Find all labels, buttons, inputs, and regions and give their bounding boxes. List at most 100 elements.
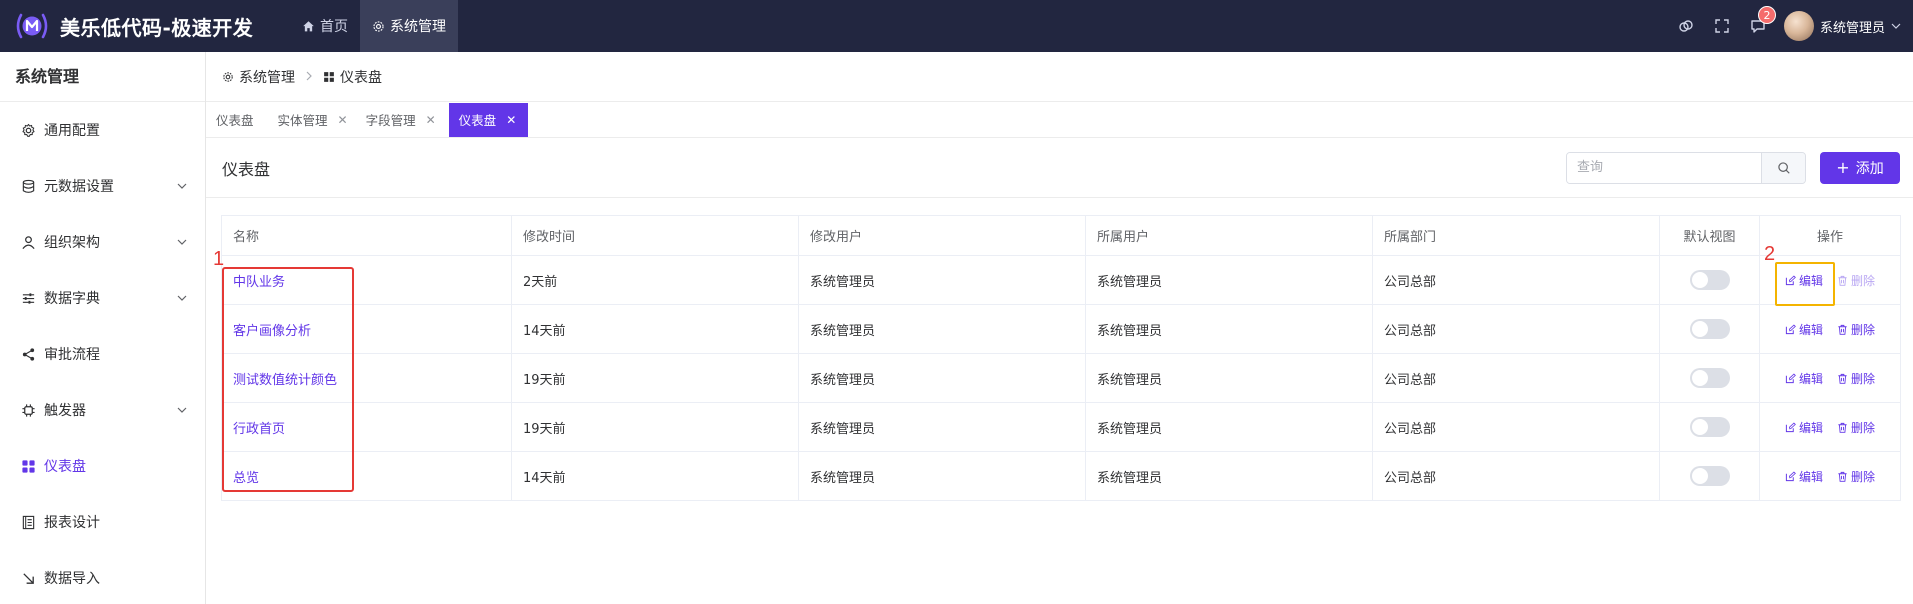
fullscreen-icon[interactable]	[1704, 0, 1740, 52]
close-icon[interactable]: ✕	[426, 113, 436, 127]
column-header[interactable]: 名称	[221, 215, 512, 256]
dashboard-name-link[interactable]: 中队业务	[233, 275, 285, 290]
grid-icon	[20, 458, 36, 474]
default-view-toggle[interactable]	[1689, 319, 1730, 339]
table-row: 总览 14天前 系统管理员 系统管理员 公司总部 编辑 删除	[221, 451, 1901, 501]
delete-button[interactable]: 删除	[1837, 419, 1875, 436]
annotation-label-2: 2	[1764, 243, 1776, 265]
search-icon	[1777, 161, 1790, 174]
column-header[interactable]: 所属部门	[1372, 215, 1660, 256]
user-icon	[20, 234, 36, 250]
user-menu[interactable]: 系统管理员	[1776, 11, 1913, 41]
column-header: 操作	[1759, 215, 1901, 256]
sidebar-item-approval[interactable]: 审批流程	[0, 326, 205, 382]
edit-icon	[1785, 274, 1796, 285]
edit-button[interactable]: 编辑	[1785, 468, 1823, 485]
close-icon[interactable]: ✕	[506, 113, 516, 127]
trash-icon	[1838, 275, 1847, 286]
edit-button[interactable]: 编辑	[1785, 419, 1823, 436]
tab-dashboard[interactable]: 仪表盘	[211, 103, 273, 137]
edit-label: 编辑	[1798, 322, 1823, 337]
delete-label: 删除	[1851, 322, 1876, 337]
cell-name: 总览	[221, 451, 512, 501]
cell-actions: 编辑 删除	[1759, 402, 1901, 452]
top-bar: 美乐低代码-极速开发 首页 系统管理 2 系统管理员	[0, 0, 1913, 52]
breadcrumb-label: 系统管理	[239, 69, 295, 86]
cell-modified-user: 系统管理员	[798, 451, 1086, 501]
column-header[interactable]: 修改用户	[798, 215, 1086, 256]
sidebar-item-trigger[interactable]: 触发器	[0, 382, 205, 438]
cell-default-view	[1659, 255, 1760, 305]
cell-modified-user: 系统管理员	[798, 353, 1086, 403]
sidebar-title: 系统管理	[0, 52, 205, 102]
sidebar-item-label: 元数据设置	[44, 179, 114, 195]
cell-modified-user: 系统管理员	[798, 304, 1086, 354]
sidebar-item-label: 数据字典	[44, 291, 100, 307]
sidebar-item-general-config[interactable]: 通用配置	[0, 102, 205, 158]
sidebar-item-label: 触发器	[44, 403, 86, 419]
tab-label: 字段管理	[365, 113, 416, 128]
cell-actions: 编辑 删除	[1759, 304, 1901, 354]
dashboard-name-link[interactable]: 客户画像分析	[233, 324, 311, 339]
cell-actions: 编辑 删除	[1759, 451, 1901, 501]
table-row: 客户画像分析 14天前 系统管理员 系统管理员 公司总部 编辑 删除	[221, 304, 1901, 354]
chevron-down-icon	[177, 239, 187, 245]
sidebar-item-metadata[interactable]: 元数据设置	[0, 158, 205, 214]
column-header[interactable]: 修改时间	[511, 215, 799, 256]
topnav-system[interactable]: 系统管理	[360, 0, 458, 52]
delete-button[interactable]: 删除	[1837, 321, 1875, 338]
dashboard-table: 名称 修改时间 修改用户 所属用户 所属部门 默认视图 操作 中队业务 2天前 系统…	[221, 215, 1901, 501]
tab-dashboard-active[interactable]: 仪表盘 ✕	[448, 102, 529, 137]
delete-button[interactable]: 删除	[1837, 370, 1875, 387]
sidebar: 系统管理 通用配置 元数据设置 组织架构 数据字典 审批流程 触发器 仪表盘 报…	[0, 52, 206, 604]
logo-icon	[14, 11, 50, 41]
topnav-system-label: 系统管理	[390, 19, 446, 35]
cell-department: 公司总部	[1372, 451, 1660, 501]
sidebar-item-org[interactable]: 组织架构	[0, 214, 205, 270]
edit-icon	[1785, 372, 1796, 383]
top-nav: 首页 系统管理	[290, 0, 458, 52]
tab-field-management[interactable]: 字段管理 ✕	[361, 103, 449, 137]
topnav-home[interactable]: 首页	[290, 0, 360, 52]
search-input[interactable]	[1567, 152, 1761, 183]
column-header[interactable]: 默认视图	[1659, 215, 1760, 256]
cell-owner: 系统管理员	[1085, 304, 1373, 354]
sidebar-item-import[interactable]: 数据导入	[0, 550, 205, 604]
tabs-bar: 仪表盘 实体管理 ✕ 字段管理 ✕ 仪表盘 ✕	[206, 102, 1913, 138]
delete-button[interactable]: 删除	[1837, 468, 1875, 485]
cell-modified-user: 系统管理员	[798, 402, 1086, 452]
cell-name: 行政首页	[221, 402, 512, 452]
breadcrumb-item[interactable]: 系统管理	[222, 67, 295, 87]
default-view-toggle[interactable]	[1689, 270, 1730, 290]
edit-button[interactable]: 编辑	[1785, 370, 1823, 387]
link-icon[interactable]	[1668, 0, 1704, 52]
dashboard-name-link[interactable]: 测试数值统计颜色	[233, 373, 337, 388]
default-view-toggle[interactable]	[1689, 368, 1730, 388]
dashboard-name-link[interactable]: 行政首页	[233, 422, 285, 437]
default-view-toggle[interactable]	[1689, 417, 1730, 437]
dashboard-name-link[interactable]: 总览	[233, 471, 259, 486]
app-title: 美乐低代码-极速开发	[60, 15, 254, 40]
delete-button[interactable]: 删除	[1837, 272, 1875, 289]
topnav-home-label: 首页	[320, 19, 348, 35]
sidebar-item-report[interactable]: 报表设计	[0, 494, 205, 550]
close-icon[interactable]: ✕	[338, 113, 348, 127]
tab-entity-management[interactable]: 实体管理 ✕	[273, 103, 361, 137]
notification-badge: 2	[1757, 6, 1776, 24]
edit-button[interactable]: 编辑	[1785, 272, 1823, 289]
edit-label: 编辑	[1798, 469, 1823, 484]
add-button[interactable]: + 添加	[1820, 151, 1900, 184]
cell-department: 公司总部	[1372, 353, 1660, 403]
default-view-toggle[interactable]	[1689, 466, 1730, 486]
message-icon[interactable]: 2	[1740, 0, 1776, 52]
column-header[interactable]: 所属用户	[1085, 215, 1373, 256]
cell-actions: 编辑 删除	[1759, 353, 1901, 403]
search-button[interactable]	[1761, 152, 1805, 183]
cell-default-view	[1659, 451, 1760, 501]
page-title: 仪表盘	[222, 159, 271, 179]
sidebar-item-dictionary[interactable]: 数据字典	[0, 270, 205, 326]
edit-button[interactable]: 编辑	[1785, 321, 1823, 338]
sidebar-item-dashboard[interactable]: 仪表盘	[0, 438, 205, 494]
chevron-down-icon	[177, 407, 187, 413]
add-button-label: 添加	[1855, 160, 1884, 177]
